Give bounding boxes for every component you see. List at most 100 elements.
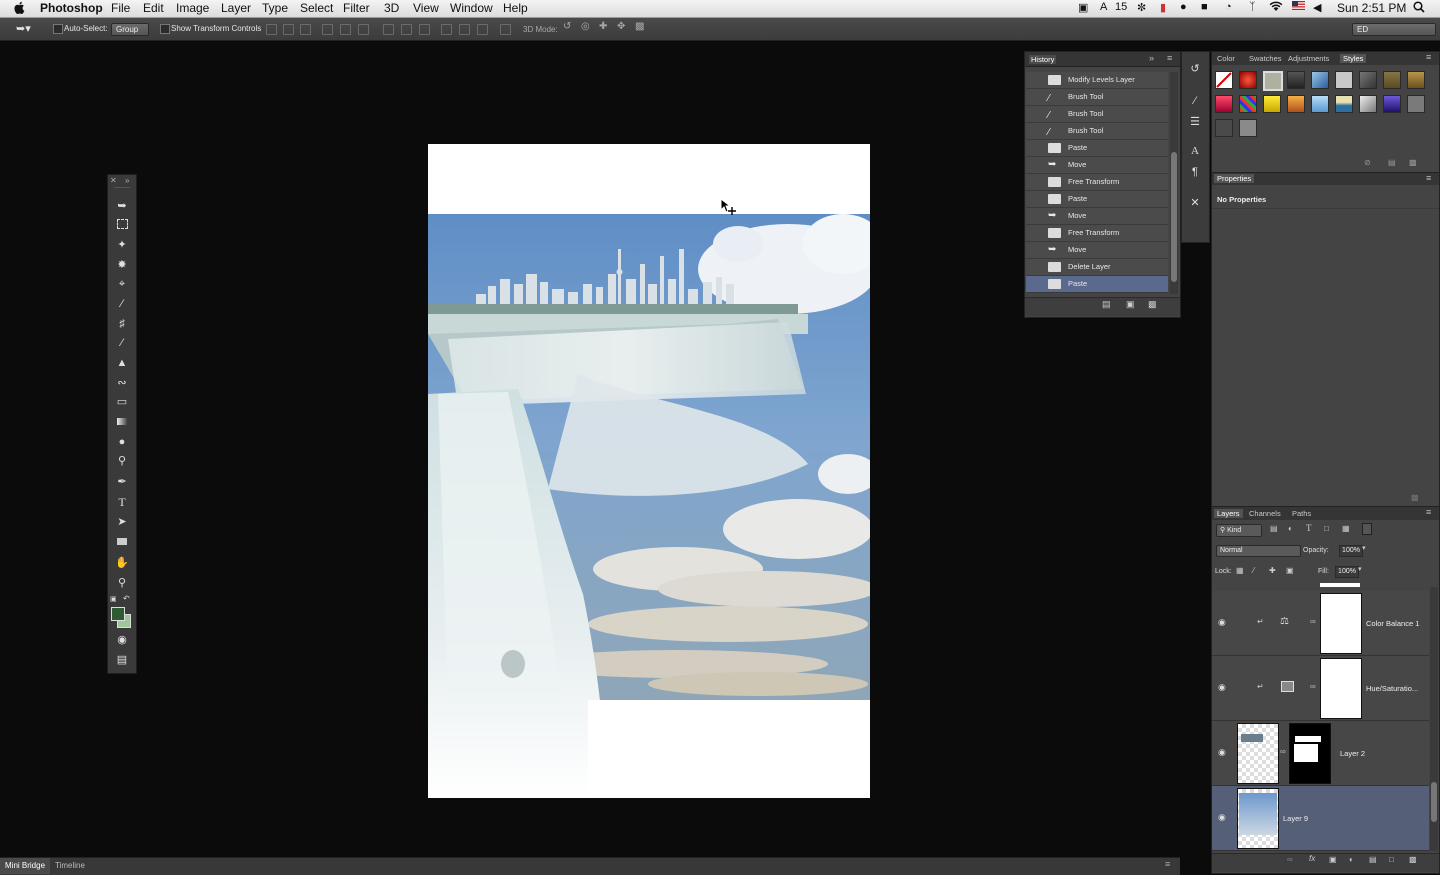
new-group-folder-icon[interactable]: ▤ (1369, 855, 1377, 864)
collapse-panel-icon[interactable]: » (1149, 53, 1154, 63)
tab-properties[interactable]: Properties (1214, 174, 1255, 183)
panel-menu-icon[interactable]: ≡ (1426, 507, 1431, 517)
menu-file[interactable]: File (111, 1, 130, 15)
rectangle-tool-icon[interactable] (115, 535, 129, 549)
new-layer-icon[interactable]: □ (1389, 855, 1394, 864)
distribute-left-icon[interactable] (441, 24, 452, 35)
tab-timeline[interactable]: Timeline (55, 858, 85, 874)
style-swatch-selected[interactable] (1263, 71, 1283, 91)
eraser-tool-icon[interactable]: ▭ (115, 395, 129, 409)
paragraph-icon[interactable]: ¶ (1188, 165, 1202, 179)
distribute-hcenter-icon[interactable] (459, 24, 470, 35)
clear-style-icon[interactable]: ⊘ (1364, 158, 1371, 167)
crop-tool-icon[interactable]: ⌖ (115, 277, 129, 291)
panel-menu-icon[interactable]: ≡ (1426, 173, 1431, 183)
menu-filter[interactable]: Filter (343, 1, 370, 15)
3d-pan-icon[interactable]: ✚ (599, 21, 607, 32)
style-swatch[interactable] (1359, 95, 1377, 113)
auto-align-icon[interactable] (500, 24, 511, 35)
brush-presets-icon[interactable]: ⁄ (1188, 94, 1202, 108)
layer-name[interactable]: Color Balance 1 (1366, 619, 1419, 628)
camera-icon[interactable]: ▣ (1078, 1, 1088, 14)
history-item[interactable]: Paste (1026, 140, 1168, 157)
close-panel-icon[interactable]: ✕ (110, 176, 117, 185)
time-machine-icon[interactable]: ◔ (1225, 1, 1232, 13)
delete-layer-trash-icon[interactable]: ▩ (1409, 855, 1417, 864)
tab-channels[interactable]: Channels (1249, 509, 1281, 518)
history-item[interactable]: Paste (1026, 191, 1168, 208)
style-swatch[interactable] (1311, 71, 1329, 89)
lock-position-icon[interactable]: ✚ (1269, 566, 1276, 575)
menu-window[interactable]: Window (450, 1, 493, 15)
tab-layers[interactable]: Layers (1214, 509, 1243, 518)
delete-style-icon[interactable]: ▩ (1409, 158, 1417, 167)
layers-scrollbar[interactable] (1430, 587, 1438, 851)
distribute-right-icon[interactable] (477, 24, 488, 35)
style-swatch[interactable] (1239, 95, 1257, 113)
align-vcenter-icon[interactable] (283, 24, 294, 35)
history-item[interactable]: Free Transform (1026, 225, 1168, 242)
distribute-top-icon[interactable] (383, 24, 394, 35)
hand-tool-icon[interactable]: ✋ (115, 556, 129, 570)
3d-rotate-icon[interactable]: ↺ (563, 21, 571, 32)
style-swatch[interactable] (1287, 95, 1305, 113)
style-swatch[interactable] (1407, 71, 1425, 89)
clone-stamp-tool-icon[interactable]: ▲ (115, 356, 129, 370)
style-swatch[interactable] (1383, 95, 1401, 113)
gradient-tool-icon[interactable] (115, 415, 129, 429)
menu-3d[interactable]: 3D (384, 1, 399, 15)
tab-paths[interactable]: Paths (1292, 509, 1311, 518)
visibility-eye-icon[interactable]: ◉ (1218, 747, 1226, 758)
new-adjustment-layer-icon[interactable]: ◐ (1349, 855, 1354, 864)
opacity-input[interactable]: 100% (1339, 545, 1363, 557)
history-tab[interactable]: History (1029, 55, 1057, 64)
layer-mask-thumbnail[interactable] (1320, 593, 1362, 654)
style-swatch[interactable] (1239, 71, 1257, 89)
layer-name[interactable]: Layer 9 (1283, 814, 1308, 823)
tab-adjustments[interactable]: Adjustments (1288, 54, 1329, 63)
history-item[interactable]: Free Transform (1026, 174, 1168, 191)
style-swatch[interactable] (1335, 71, 1353, 89)
layer-row[interactable]: ◉ ↵ ∞ Hue/Saturatio... (1212, 656, 1429, 721)
align-top-icon[interactable] (266, 24, 277, 35)
fill-chevron-down-icon[interactable]: ▾ (1358, 565, 1362, 573)
history-item[interactable]: ➥ Move (1026, 208, 1168, 225)
style-swatch[interactable] (1215, 95, 1233, 113)
layer-thumbnail[interactable] (1237, 788, 1279, 849)
history-item[interactable]: Modify Levels Layer (1026, 72, 1168, 89)
filter-adjustment-icon[interactable]: ◐ (1288, 524, 1293, 533)
filter-kind-dropdown[interactable]: ⚲ Kind (1216, 524, 1262, 537)
style-swatch[interactable] (1287, 71, 1305, 89)
snapshot-camera-icon[interactable]: ▣ (1126, 299, 1135, 310)
add-mask-icon[interactable]: ▣ (1329, 855, 1337, 864)
app-menu[interactable]: Photoshop (40, 1, 103, 15)
style-swatch[interactable] (1407, 95, 1425, 113)
layer-row[interactable]: ◉ ∞ Layer 2 (1212, 721, 1429, 786)
pen-tool-icon[interactable]: ✒ (115, 475, 129, 489)
move-tool-preset-icon[interactable]: ➥▾ (16, 22, 31, 35)
tab-mini-bridge[interactable]: Mini Bridge (0, 858, 51, 874)
bluetooth-icon[interactable]: ᛉ (1249, 1, 1256, 13)
clock[interactable]: Sun 2:51 PM (1337, 1, 1406, 15)
layer-effects-fx-icon[interactable]: fx (1309, 854, 1315, 863)
layer-mask-thumbnail[interactable] (1320, 658, 1362, 719)
quick-mask-icon[interactable]: ◉ (115, 633, 129, 647)
history-item[interactable]: ⁄ Brush Tool (1026, 123, 1168, 140)
panel-menu-icon[interactable]: ≡ (1167, 53, 1172, 63)
screen-mode-icon[interactable]: ▤ (115, 653, 129, 667)
blend-mode-dropdown[interactable]: Normal (1216, 545, 1301, 557)
marquee-tool-icon[interactable] (115, 219, 129, 233)
volume-icon[interactable]: ◀ (1313, 1, 1321, 14)
zoom-tool-icon[interactable]: ⚲ (115, 576, 129, 590)
menu-layer[interactable]: Layer (221, 1, 251, 15)
trash-icon[interactable]: ▩ (1411, 493, 1419, 502)
history-panel-icon[interactable]: ↺ (1188, 62, 1202, 76)
layer-name[interactable]: Hue/Saturatio... (1366, 684, 1418, 693)
filter-smart-object-icon[interactable]: ▦ (1342, 524, 1350, 533)
history-brush-tool-icon[interactable]: ∾ (115, 376, 129, 390)
panel-menu-icon[interactable]: ≡ (1165, 859, 1170, 869)
spotlight-search-icon[interactable] (1413, 1, 1425, 16)
3d-scale-icon[interactable]: ▩ (635, 21, 644, 32)
transform-controls-checkbox[interactable] (160, 24, 170, 34)
layer-name[interactable]: Layer 2 (1340, 749, 1365, 758)
